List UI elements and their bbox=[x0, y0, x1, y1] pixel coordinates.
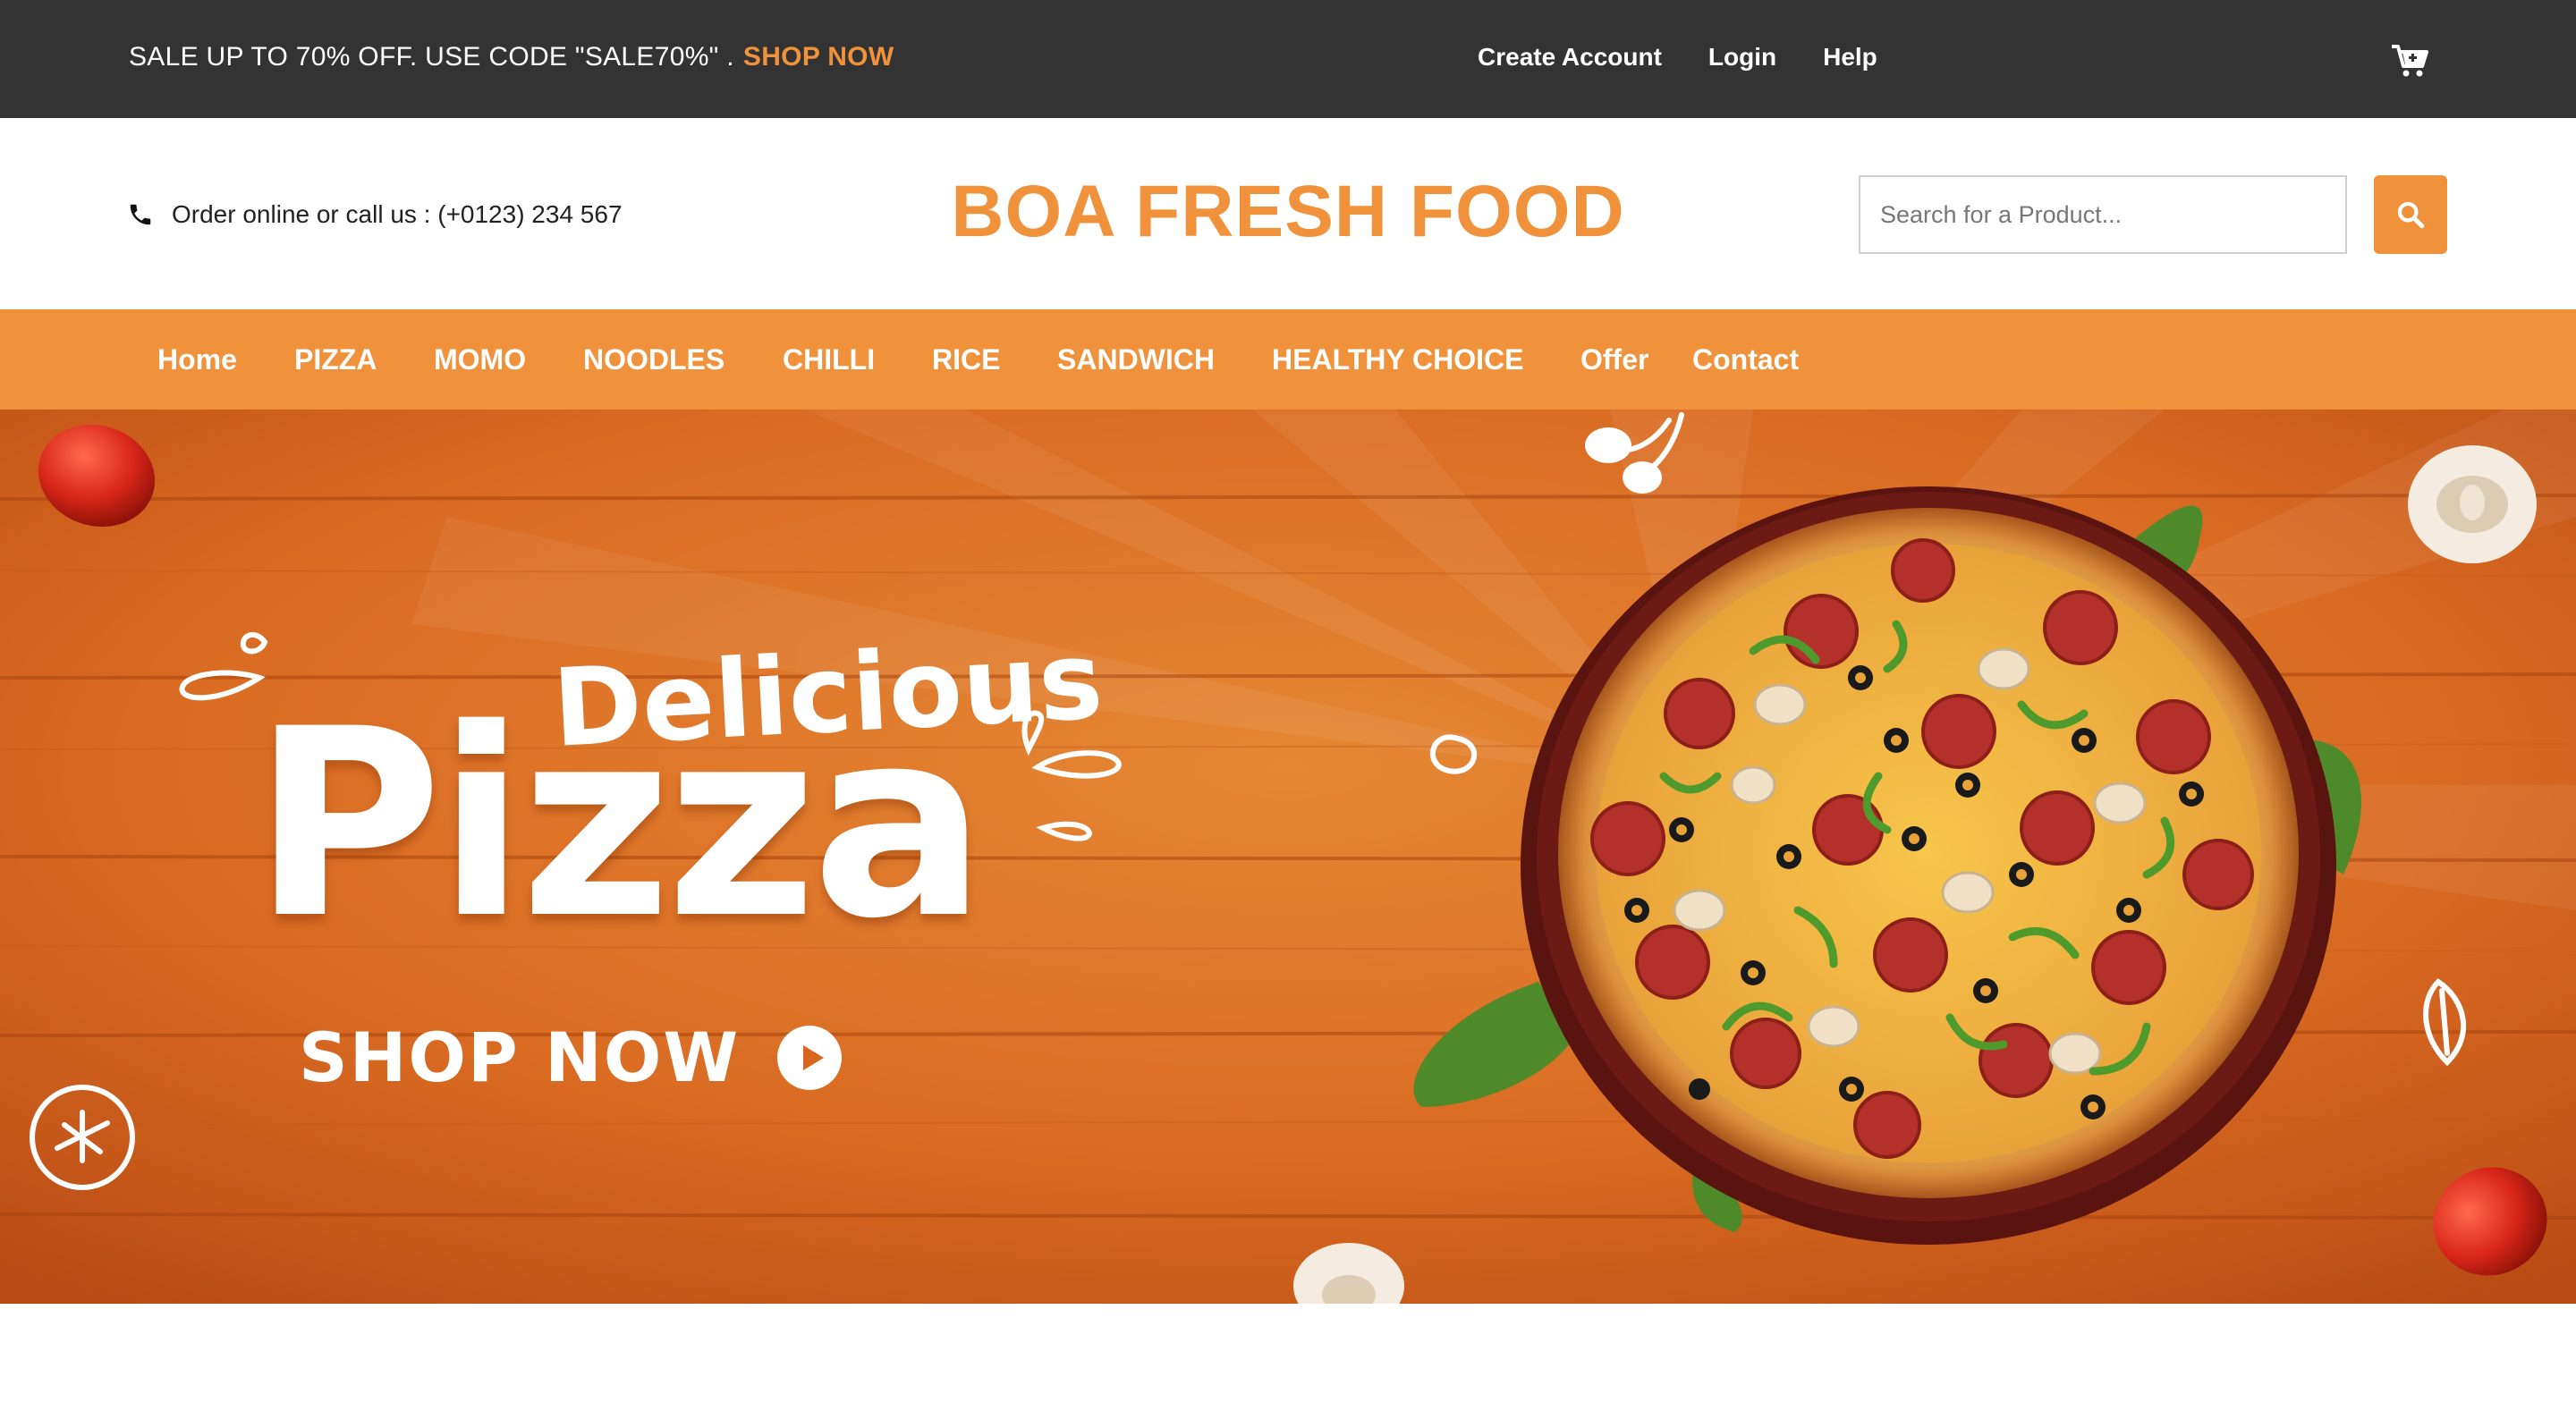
nav-item-home[interactable]: Home bbox=[157, 343, 237, 376]
promo-text: SALE UP TO 70% OFF. USE CODE "SALE70%" . bbox=[129, 42, 734, 72]
site-header: Order online or call us : (+0123) 234 56… bbox=[0, 118, 2576, 309]
promo-shop-now-link[interactable]: SHOP NOW bbox=[743, 42, 894, 72]
hero-shop-now-button[interactable]: SHOP NOW bbox=[299, 1018, 843, 1097]
nav-item-chilli[interactable]: CHILLI bbox=[783, 343, 875, 376]
nav-item-momo[interactable]: MOMO bbox=[434, 343, 526, 376]
cart-icon[interactable] bbox=[2390, 43, 2429, 79]
play-circle-icon bbox=[777, 1025, 843, 1090]
main-navigation: Home PIZZA MOMO NOODLES CHILLI RICE SAND… bbox=[0, 309, 2576, 410]
nav-item-contact[interactable]: Contact bbox=[1692, 343, 1799, 376]
nav-item-noodles[interactable]: NOODLES bbox=[583, 343, 724, 376]
hero-banner[interactable]: Delicious Pizza SHOP NOW bbox=[0, 410, 2576, 1304]
help-link[interactable]: Help bbox=[1823, 43, 1877, 71]
login-link[interactable]: Login bbox=[1708, 43, 1776, 71]
search-input[interactable] bbox=[1859, 175, 2347, 254]
contact-info: Order online or call us : (+0123) 234 56… bbox=[127, 200, 623, 229]
search-button[interactable] bbox=[2374, 175, 2447, 254]
hero-headline-pizza: Pizza bbox=[252, 674, 987, 976]
search-icon bbox=[2397, 201, 2425, 229]
nav-item-rice[interactable]: RICE bbox=[932, 343, 1000, 376]
promo-bar: SALE UP TO 70% OFF. USE CODE "SALE70%" .… bbox=[0, 0, 2576, 118]
phone-icon bbox=[130, 204, 151, 225]
nav-item-healthy-choice[interactable]: HEALTHY CHOICE bbox=[1272, 343, 1524, 376]
hero-cta-label: SHOP NOW bbox=[299, 1018, 741, 1097]
nav-item-offer[interactable]: Offer bbox=[1580, 343, 1648, 376]
promo-message: SALE UP TO 70% OFF. USE CODE "SALE70%" .… bbox=[129, 42, 894, 72]
nav-item-pizza[interactable]: PIZZA bbox=[294, 343, 377, 376]
nav-item-sandwich[interactable]: SANDWICH bbox=[1057, 343, 1215, 376]
contact-text: Order online or call us : (+0123) 234 56… bbox=[172, 200, 623, 228]
brand-logo[interactable]: BOA FRESH FOOD bbox=[951, 171, 1625, 252]
account-links: Create Account Login Help bbox=[1478, 43, 1924, 72]
create-account-link[interactable]: Create Account bbox=[1478, 43, 1662, 71]
